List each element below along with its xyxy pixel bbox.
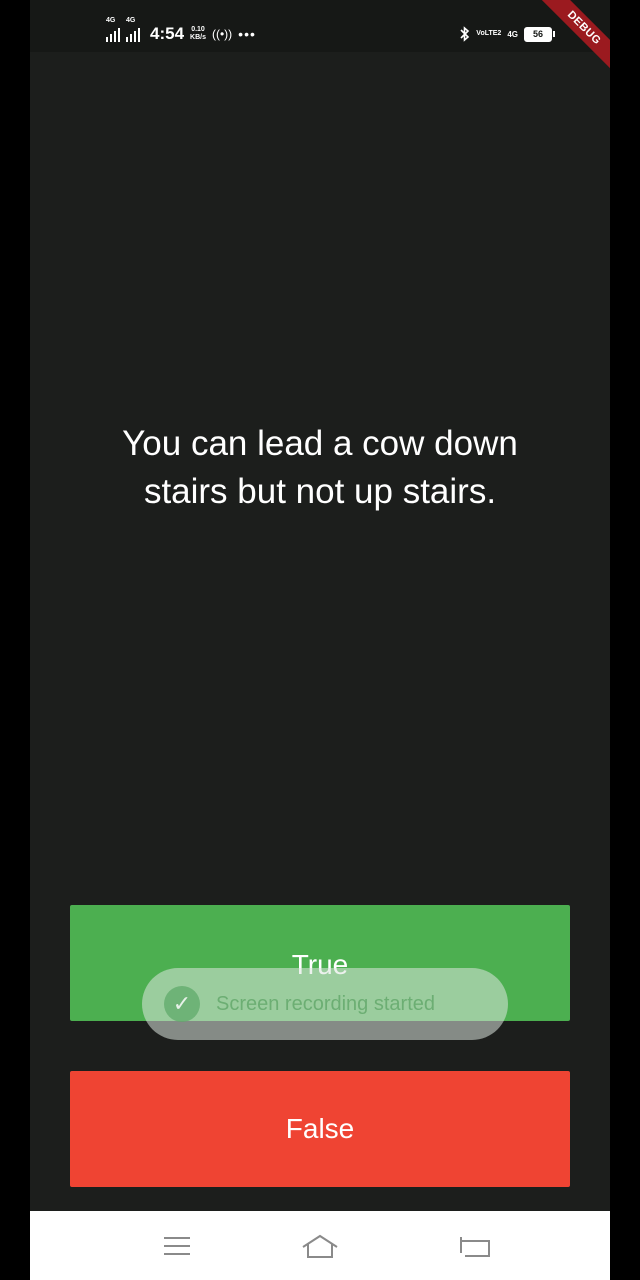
- network-type-2: 4G: [126, 17, 136, 24]
- status-bar: 4G 4G 4:54 0.10 KB/s ((•)) ••• VoLTE2 4G…: [30, 0, 610, 52]
- signal-icon-2: 4G: [126, 17, 140, 42]
- clock: 4:54: [150, 24, 185, 43]
- home-icon-svg: [302, 1234, 338, 1258]
- false-button-label: False: [285, 1113, 355, 1144]
- battery-icon: 56: [524, 26, 555, 42]
- network-speed-unit: KB/s: [190, 34, 206, 41]
- hotspot-icon: ((•)): [211, 27, 233, 41]
- volte-indicator: VoLTE2: [476, 30, 502, 37]
- network-type-3: 4G: [507, 29, 518, 39]
- bluetooth-icon: [460, 26, 470, 42]
- back-icon-svg: [460, 1237, 490, 1257]
- false-button[interactable]: False: [70, 1071, 570, 1187]
- app-screen: 4G 4G 4:54 0.10 KB/s ((•)) ••• VoLTE2 4G…: [30, 0, 610, 1280]
- signal-icon: 4G: [106, 17, 120, 42]
- status-right: VoLTE2 4G 56: [460, 22, 555, 46]
- network-type-1: 4G: [106, 17, 116, 24]
- network-speed: 0.10 KB/s: [190, 26, 206, 42]
- toast-message: Screen recording started: [216, 992, 436, 1015]
- screen-recording-toast: ✓ Screen recording started: [142, 968, 508, 1040]
- check-icon: ✓: [164, 986, 200, 1022]
- status-left: 4G 4G 4:54 0.10 KB/s ((•)) •••: [106, 17, 256, 46]
- more-notifications-icon: •••: [238, 26, 256, 42]
- navigation-bar: [30, 1211, 610, 1280]
- back-icon[interactable]: [455, 1229, 495, 1263]
- home-icon[interactable]: [300, 1229, 340, 1263]
- question-text: You can lead a cow down stairs but not u…: [122, 424, 518, 511]
- menu-icon[interactable]: [158, 1229, 198, 1263]
- network-speed-value: 0.10: [191, 26, 205, 33]
